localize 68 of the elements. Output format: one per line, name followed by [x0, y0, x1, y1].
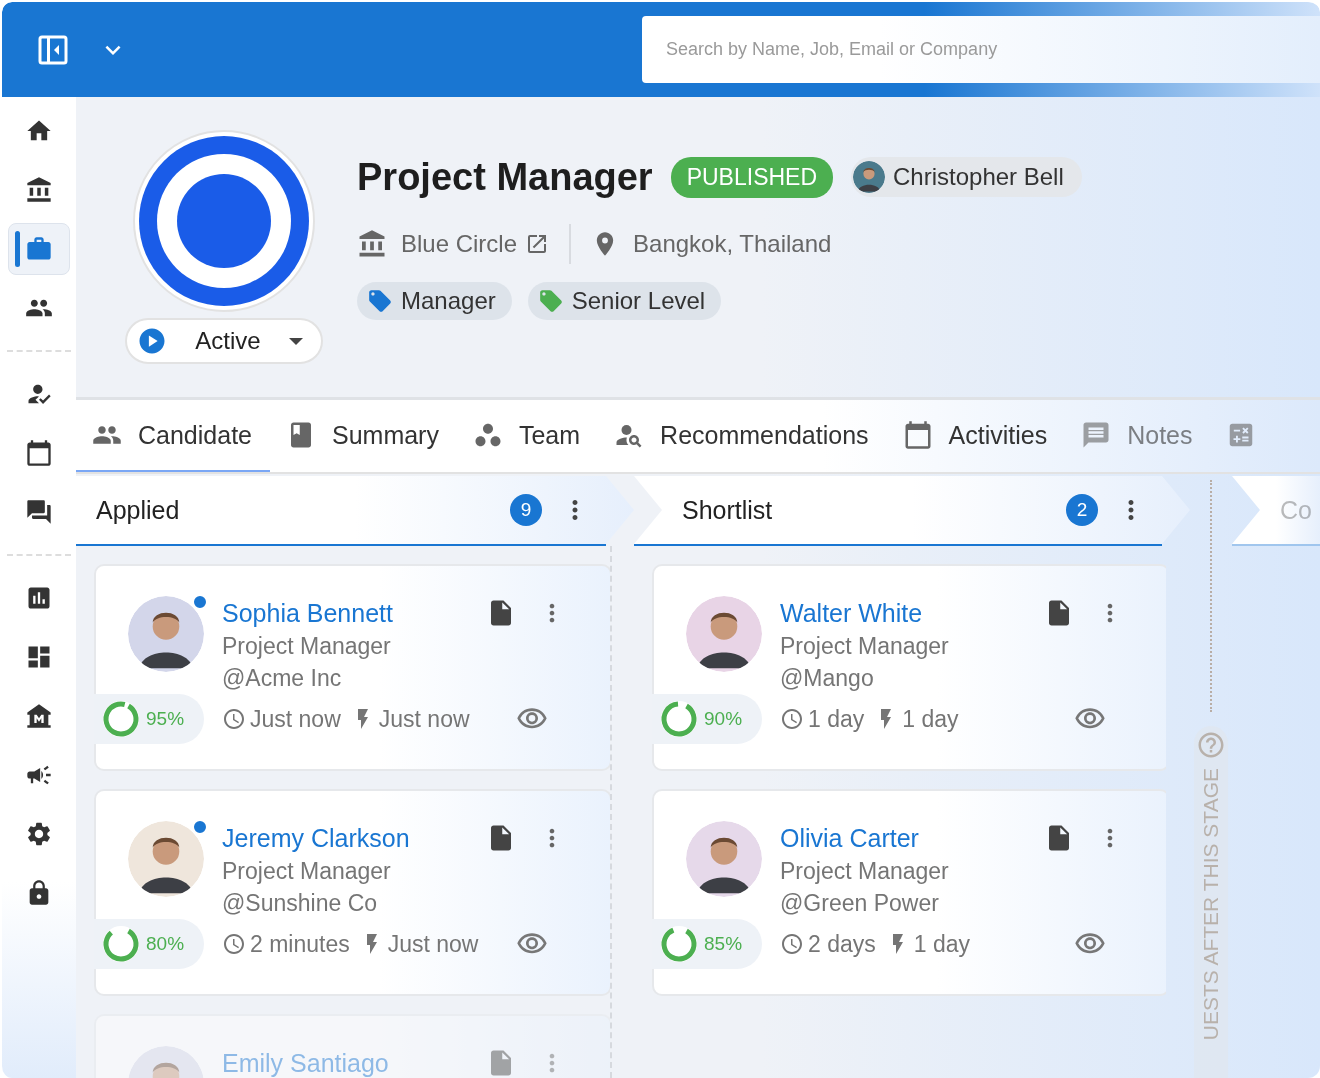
clock-icon	[222, 707, 246, 731]
museum-icon	[25, 702, 53, 730]
score-pill: 85%	[652, 919, 762, 969]
candidate-title: Project Manager	[222, 857, 391, 885]
tab[interactable]: Summary	[270, 400, 457, 472]
job-title: Project Manager	[357, 155, 653, 199]
time-text: Just now	[387, 930, 479, 958]
caret-icon	[289, 337, 303, 345]
time-text: Just now	[250, 705, 341, 733]
bank-icon	[357, 229, 387, 259]
tag-chip: Senior Level	[527, 282, 722, 320]
candidate-name[interactable]: Olivia Carter	[780, 823, 919, 853]
candidate-company: @Mango	[780, 664, 874, 692]
time-text: Just now	[378, 705, 470, 733]
candidate-title: Project Manager	[222, 632, 391, 660]
status-badge: PUBLISHED	[670, 156, 834, 198]
status-dropdown[interactable]: Active	[125, 318, 323, 364]
candidate-card[interactable]: Olivia Carter Project Manager @Green Power 85% 2 days 1 day	[652, 789, 1166, 996]
candidate-name[interactable]: Sophia Bennett	[222, 598, 393, 628]
logo-icon	[133, 130, 315, 312]
candidate-name[interactable]: Walter White	[780, 598, 923, 628]
stage-title: Shortlist	[682, 495, 774, 525]
briefcase-icon	[25, 235, 53, 263]
owner-chip[interactable]: Christopher Bell	[851, 157, 1082, 197]
count-badge: 2	[1066, 494, 1098, 526]
stage-title: Co	[1280, 495, 1313, 525]
search-field[interactable]: Search by Name, Job, Email or Company	[642, 16, 1320, 83]
time-text: 1 day	[913, 930, 971, 958]
time-text: 2 minutes	[250, 930, 350, 958]
time-text: 1 day	[902, 705, 959, 733]
candidate-title: Project Manager	[780, 632, 949, 660]
score-pill: 80%	[94, 919, 204, 969]
tab[interactable]: Notes	[1065, 400, 1211, 472]
clock-icon	[222, 932, 246, 956]
score-ring	[660, 925, 698, 963]
candidate-card[interactable]: Sophia Bennett Project Manager @Acme Inc 95% Just now Just now	[94, 564, 610, 771]
candidate-company: @Acme Inc	[222, 664, 342, 692]
settings-icon	[25, 820, 53, 848]
candidate-title: Project Manager	[780, 857, 949, 885]
time-text: 1 day	[808, 705, 865, 733]
tab[interactable]: Activities	[886, 400, 1066, 472]
score-ring	[102, 925, 140, 963]
clock-icon	[780, 707, 804, 731]
message-icon	[1081, 420, 1112, 450]
score-ring	[102, 700, 140, 738]
bank-icon	[25, 176, 53, 204]
sidebar-toggle-icon[interactable]	[38, 34, 68, 65]
candidate-card[interactable]: Walter White Project Manager @Mango 90% 1 day 1 day	[652, 564, 1166, 771]
chat-icon	[25, 498, 53, 526]
stage-note: UESTS AFTER THIS STAGE	[1199, 768, 1223, 1041]
candidate-company: @Sunshine Co	[222, 889, 378, 917]
score-ring	[660, 700, 698, 738]
tab[interactable]: Team	[456, 400, 599, 472]
calendar-icon	[25, 439, 53, 467]
count-badge: 9	[510, 494, 542, 526]
candidate-card[interactable]: Jeremy Clarkson Project Manager @Sunshine Co 80% 2 minutes Just now	[94, 789, 610, 996]
company-name: Blue Circle	[401, 230, 518, 258]
tab[interactable]: Recommendations	[598, 400, 887, 472]
tag-chip: Manager	[357, 282, 512, 320]
location-text: Bangkok, Thailand	[633, 230, 832, 258]
clock-icon	[780, 932, 804, 956]
candidate-name[interactable]: Jeremy Clarkson	[222, 823, 410, 853]
time-text: 2 days	[808, 930, 876, 958]
score-pill: 95%	[94, 694, 204, 744]
play-icon	[137, 326, 167, 356]
candidate-company: @Green Power	[780, 889, 939, 917]
stage-title: Applied	[96, 495, 181, 525]
score-pill: 90%	[652, 694, 762, 744]
